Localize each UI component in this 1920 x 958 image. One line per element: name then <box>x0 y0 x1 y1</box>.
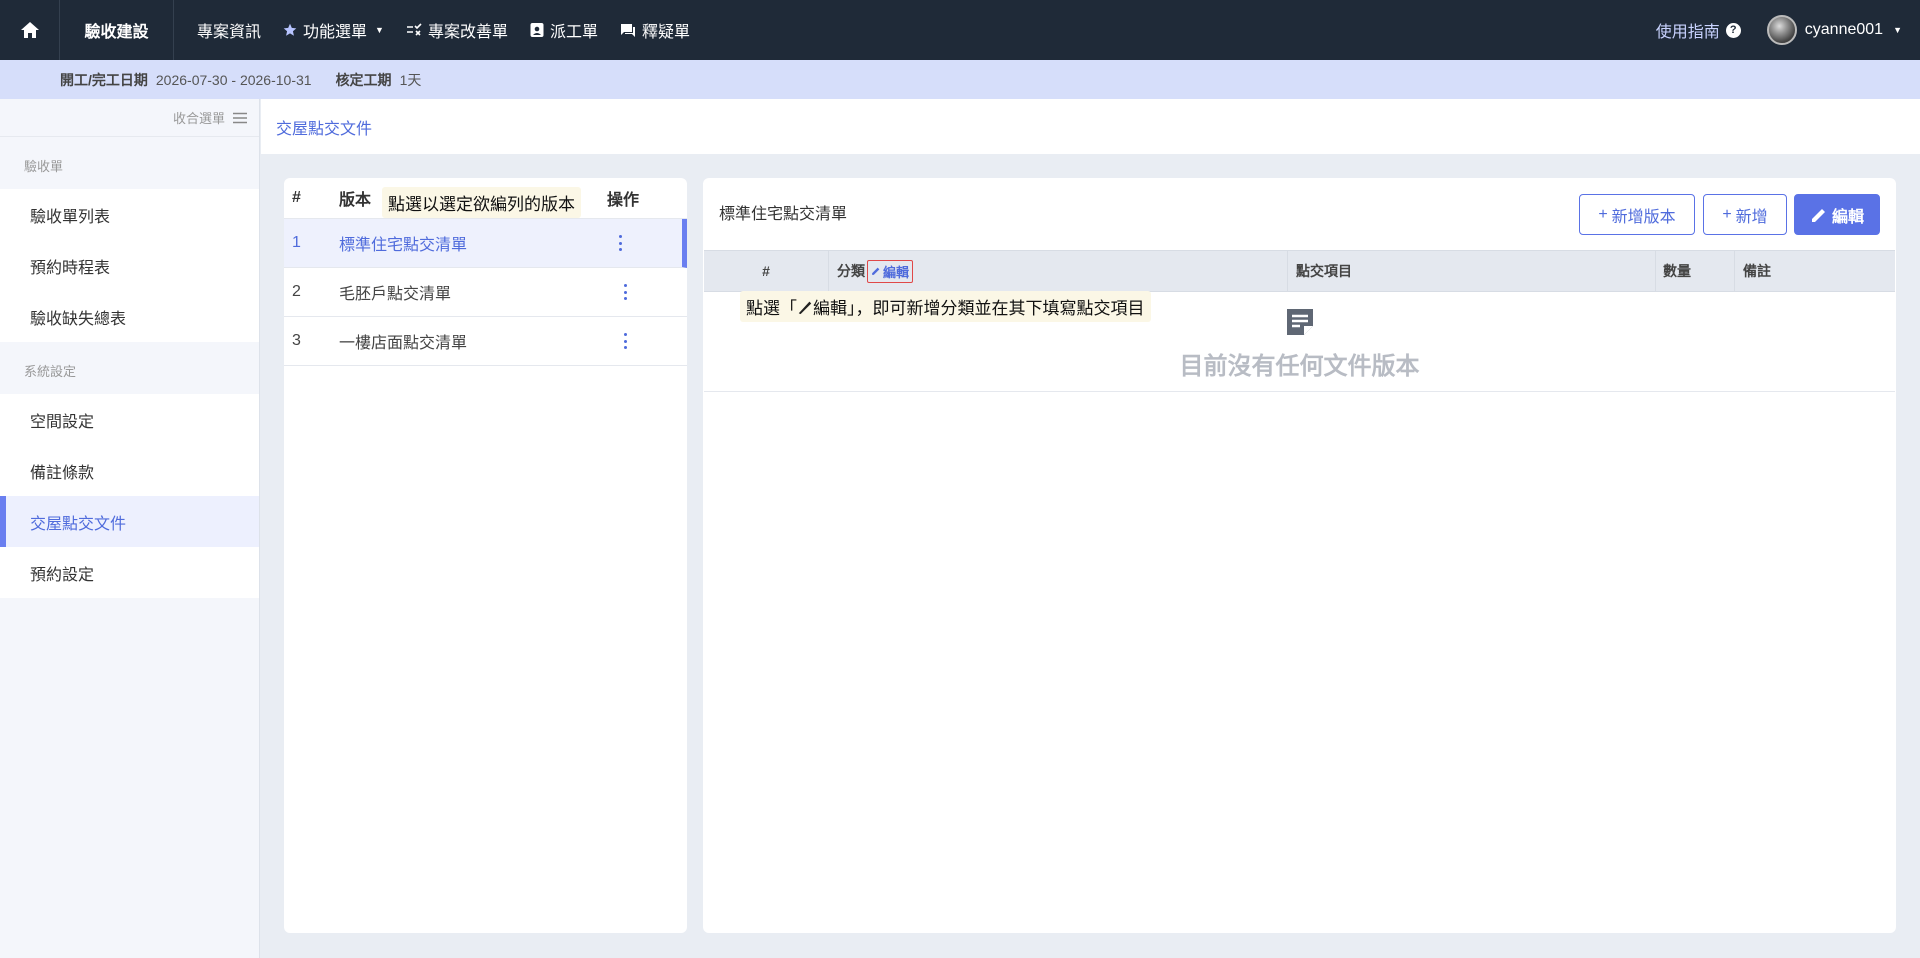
row-name: 一樓店面點交清單 <box>339 335 468 352</box>
tooltip-prefix: 點選「 <box>746 299 797 318</box>
version-select-tooltip: 點選以選定欲編列的版本 <box>382 187 581 218</box>
duration-label: 核定工期 <box>335 71 392 88</box>
chevron-down-icon: ▼ <box>375 25 384 35</box>
nav-function-menu[interactable]: 功能選單 ▼ <box>272 0 395 60</box>
project-info-bar: 開工/完工日期 2026-07-30 - 2026-10-31 核定工期 1天 <box>0 60 1920 99</box>
date-value: 2026-07-30 - 2026-10-31 <box>155 71 312 88</box>
table-header: # 分類 編輯 點交項目 數量 備註 <box>704 250 1895 292</box>
category-edit-label: 編輯 <box>883 264 910 280</box>
pencil-icon <box>872 267 880 275</box>
duration-value: 1天 <box>399 71 422 88</box>
plus-icon: + <box>1722 205 1732 223</box>
edit-label: 編輯 <box>1831 208 1864 226</box>
note-icon <box>1287 309 1313 335</box>
user-guide-link[interactable]: 使用指南 ? <box>1656 18 1741 42</box>
star-icon <box>283 23 297 36</box>
edit-category-tooltip: 點選「 編輯」，即可新增分類並在其下填寫點交項目 <box>740 291 1151 322</box>
avatar <box>1766 15 1797 45</box>
nav-label: 派工單 <box>549 24 598 41</box>
collapse-label: 收合選單 <box>172 111 225 126</box>
header-num: # <box>292 189 301 206</box>
add-version-button[interactable]: + 新增版本 <box>1579 194 1695 235</box>
chat-icon <box>620 23 635 37</box>
sidebar-item-space-settings[interactable]: 空間設定 <box>0 394 259 445</box>
page-title: 交屋點交文件 <box>261 99 1920 154</box>
guide-label: 使用指南 <box>1655 24 1720 41</box>
detail-title: 標準住宅點交清單 <box>719 206 848 223</box>
pencil-icon <box>798 301 812 314</box>
add-version-label: 新增版本 <box>1611 208 1676 226</box>
col-category: 分類 編輯 <box>829 251 1288 291</box>
sidebar-item-handover-docs[interactable]: 交屋點交文件 <box>0 496 259 547</box>
nav-label: 功能選單 <box>303 24 368 41</box>
col-qty: 數量 <box>1656 251 1735 291</box>
add-label: 新增 <box>1735 208 1768 226</box>
checklist-icon <box>406 23 422 36</box>
version-row[interactable]: 2 毛胚戶點交清單 <box>284 268 687 317</box>
sidebar-item-defect-summary[interactable]: 驗收缺失總表 <box>0 291 259 342</box>
username: cyanne001 <box>1804 21 1884 38</box>
home-icon <box>20 22 39 38</box>
sidebar-item-booking-settings[interactable]: 預約設定 <box>0 547 259 598</box>
menu-icon <box>233 112 247 123</box>
date-label: 開工/完工日期 <box>60 71 148 88</box>
more-options-icon[interactable] <box>617 332 633 350</box>
row-name: 毛胚戶點交清單 <box>339 286 452 303</box>
sidebar-item-schedule[interactable]: 預約時程表 <box>0 240 259 291</box>
col-qty-label: 數量 <box>1663 263 1691 279</box>
home-button[interactable] <box>0 0 60 60</box>
nav-clarification-order[interactable]: 釋疑單 <box>609 0 701 60</box>
nav-dispatch-order[interactable]: 派工單 <box>519 0 609 60</box>
add-button[interactable]: + 新增 <box>1703 194 1787 235</box>
row-name: 標準住宅點交清單 <box>339 237 468 254</box>
collapse-menu-button[interactable]: 收合選單 <box>0 99 259 137</box>
category-edit-button[interactable]: 編輯 <box>867 259 914 283</box>
version-list-panel: # 版本 操作 1 標準住宅點交清單 2 毛胚戶點交清單 3 一樓店面點交清單 <box>284 178 687 933</box>
chevron-down-icon: ▼ <box>1893 25 1902 35</box>
col-category-label: 分類 <box>837 263 865 279</box>
nav-label: 專案改善單 <box>427 24 508 41</box>
edit-button[interactable]: 編輯 <box>1794 194 1880 235</box>
version-row[interactable]: 1 標準住宅點交清單 <box>284 219 687 268</box>
plus-icon: + <box>1598 205 1608 223</box>
pencil-icon <box>1811 208 1825 222</box>
nav-label: 專案資訊 <box>197 24 262 41</box>
col-note-label: 備註 <box>1743 263 1771 279</box>
more-options-icon[interactable] <box>612 234 628 252</box>
sidebar: 收合選單 驗收單 驗收單列表 預約時程表 驗收缺失總表 系統設定 空間設定 備註… <box>0 99 260 958</box>
tooltip-suffix: 編輯」，即可新增分類並在其下填寫點交項目 <box>813 299 1145 318</box>
sidebar-section-title: 驗收單 <box>24 159 64 174</box>
col-item-label: 點交項目 <box>1296 263 1352 279</box>
col-note: 備註 <box>1735 251 1895 291</box>
badge-icon <box>530 23 544 37</box>
empty-message: 目前沒有任何文件版本 <box>1179 353 1420 380</box>
nav-label: 釋疑單 <box>641 24 690 41</box>
help-icon: ? <box>1725 22 1741 38</box>
col-num-label: # <box>762 263 770 279</box>
more-options-icon[interactable] <box>617 283 633 301</box>
brand-name[interactable]: 驗收建設 <box>60 0 174 60</box>
col-item: 點交項目 <box>1288 251 1656 291</box>
nav-improvement-order[interactable]: 專案改善單 <box>395 0 519 60</box>
user-menu[interactable]: cyanne001 ▼ <box>1766 15 1902 45</box>
col-num: # <box>704 251 829 291</box>
row-num: 1 <box>292 234 301 251</box>
sidebar-item-remarks[interactable]: 備註條款 <box>0 445 259 496</box>
version-row[interactable]: 3 一樓店面點交清單 <box>284 317 687 366</box>
row-num: 3 <box>292 332 301 349</box>
nav-project-info[interactable]: 專案資訊 <box>186 0 272 60</box>
sidebar-item-inspection-list[interactable]: 驗收單列表 <box>0 189 259 240</box>
top-navbar: 驗收建設 專案資訊 功能選單 ▼ 專案改善單 派工單 釋疑單 使用指南 ? cy… <box>0 0 1920 60</box>
header-actions: 操作 <box>607 192 640 209</box>
row-num: 2 <box>292 283 301 300</box>
sidebar-section-title: 系統設定 <box>24 364 77 379</box>
